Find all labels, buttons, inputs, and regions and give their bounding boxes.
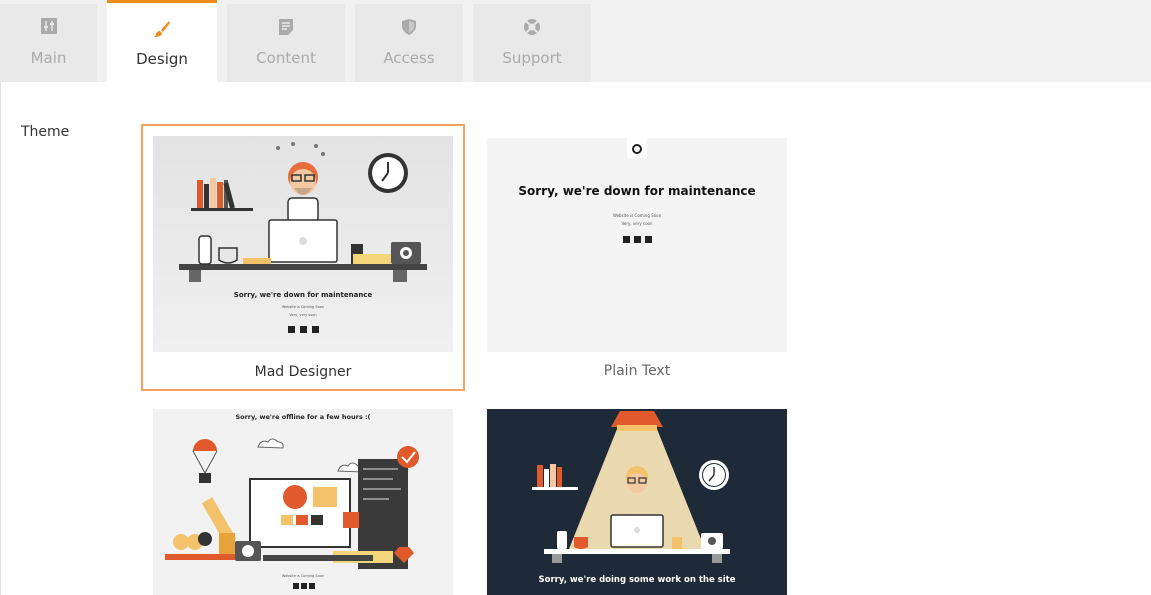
theme-thumbnail: Sorry, we're down for maintenance Websit… — [153, 136, 453, 352]
paintbrush-icon — [154, 21, 170, 37]
tab-bar: Main Design Content Access Support — [0, 0, 1151, 82]
offline-illustration: Sorry, we're offline for a few hours :( — [165, 413, 419, 589]
lifebuoy-icon — [524, 19, 540, 35]
tab-content[interactable]: Content — [227, 4, 345, 82]
twitter-icon — [300, 326, 307, 333]
tab-label: Support — [502, 49, 562, 67]
tab-design[interactable]: Design — [107, 0, 217, 82]
theme-card-dark[interactable]: Sorry, we're doing some work on the site — [487, 409, 787, 595]
mad-designer-illustration: Sorry, we're down for maintenance Websit… — [179, 142, 427, 333]
theme-card-offline[interactable]: Sorry, we're offline for a few hours :( — [153, 409, 453, 595]
thumb-heading: Sorry, we're offline for a few hours :( — [235, 413, 370, 421]
thumb-heading: Sorry, we're down for maintenance — [234, 291, 373, 299]
theme-thumbnail: Sorry, we're offline for a few hours :( — [153, 409, 453, 595]
theme-card-plain-text[interactable]: Sorry, we're down for maintenance Websit… — [487, 138, 787, 383]
theme-name: Mad Designer — [254, 364, 352, 380]
theme-label: Theme — [21, 124, 70, 140]
theme-thumbnail: Sorry, we're doing some work on the site — [487, 409, 787, 595]
tab-main[interactable]: Main — [0, 4, 97, 82]
sliders-icon — [40, 18, 57, 34]
tab-support[interactable]: Support — [473, 4, 591, 82]
tab-label: Access — [383, 49, 435, 67]
thumb-subheading: Very, very soon — [621, 221, 653, 226]
twitter-icon — [634, 236, 641, 243]
shield-icon — [402, 19, 416, 35]
document-icon — [279, 19, 293, 35]
twitter-icon — [301, 583, 307, 589]
thumb-heading: Sorry, we're doing some work on the site — [539, 575, 736, 585]
tab-label: Main — [30, 49, 67, 67]
googleplus-icon — [309, 583, 315, 589]
thumb-subheading: Website is Coming Soon — [282, 574, 324, 578]
panel-border — [0, 82, 1, 595]
thumb-heading: Sorry, we're down for maintenance — [518, 184, 755, 198]
theme-card-mad-designer[interactable]: Sorry, we're down for maintenance Websit… — [141, 124, 465, 391]
facebook-icon — [288, 326, 295, 333]
theme-name: Plain Text — [603, 363, 671, 379]
theme-thumbnail: Sorry, we're down for maintenance Websit… — [487, 138, 787, 352]
tab-label: Design — [136, 50, 188, 68]
thumb-subheading: Website is Coming Soon — [282, 305, 324, 309]
dark-illustration: Sorry, we're doing some work on the site — [532, 411, 736, 585]
thumb-subheading: Website is Coming Soon — [613, 213, 662, 218]
googleplus-icon — [645, 236, 652, 243]
facebook-icon — [293, 583, 299, 589]
facebook-icon — [623, 236, 630, 243]
tab-access[interactable]: Access — [355, 4, 463, 82]
thumb-subheading: Very, very soon — [289, 313, 316, 317]
plain-text-preview: Sorry, we're down for maintenance Websit… — [518, 138, 756, 243]
googleplus-icon — [312, 326, 319, 333]
tab-label: Content — [256, 49, 316, 67]
